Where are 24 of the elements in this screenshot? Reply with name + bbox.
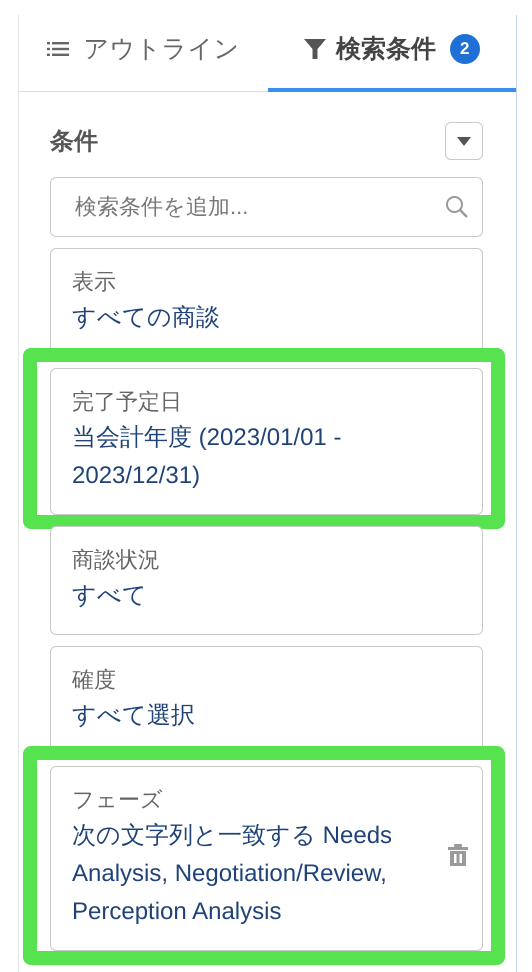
caret-icon [457,136,471,146]
tab[interactable]: アウトライン [19,15,268,92]
filter-icon [304,38,326,60]
section-title: 条件 [50,127,98,157]
condition-label: 商談状況 [72,546,161,574]
condition-label: 表示 [72,268,117,296]
count-badge: 2 [450,34,480,64]
search-field[interactable]: 検索条件を追加... [50,177,483,237]
condition-value: すべて [72,581,148,611]
trash-icon[interactable] [448,844,468,866]
condition-value: すべての商談 [72,303,221,333]
list-icon [47,40,70,56]
condition-card[interactable]: 完了予定日 当会計年度 (2023/01/01 - 2023/12/31) [50,368,483,515]
condition-label: 完了予定日 [72,388,183,416]
condition-label: フェーズ [72,786,164,814]
condition-value: 当会計年度 (2023/01/01 - 2023/12/31) [72,423,342,491]
search-icon [445,195,469,219]
condition-card[interactable]: フェーズ 次の文字列と一致する Needs Analysis, Negotiation/Review, Perception Analysis [50,766,483,951]
tab[interactable]: 検索条件 2 [268,15,516,92]
condition-value: すべて選択 [72,701,196,731]
condition-card[interactable]: 商談状況 すべて [50,526,483,635]
condition-label: 確度 [72,666,117,694]
condition-value: 次の文字列と一致する Needs Analysis, Negotiation/Review, Perception Analysis [72,821,394,927]
dropdown-button[interactable] [445,122,483,160]
